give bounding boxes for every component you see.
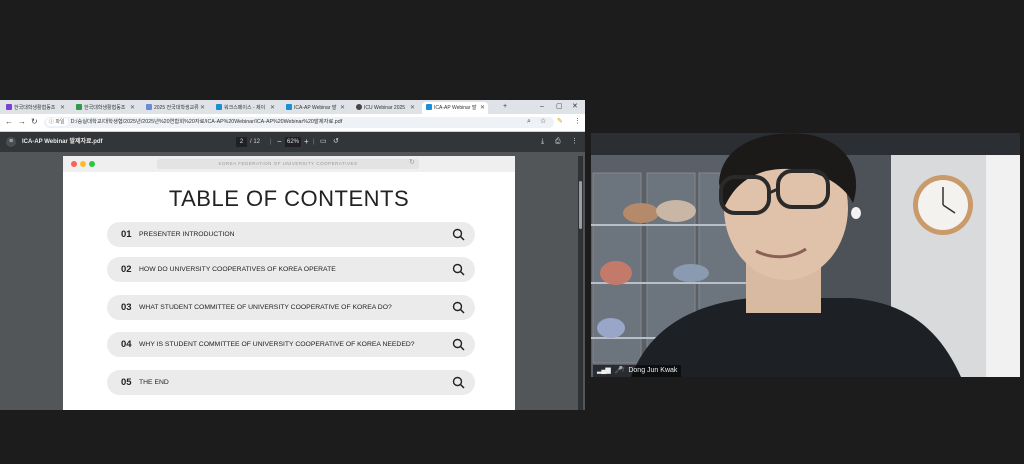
tab-label: 한국대학생활협동조 bbox=[84, 105, 126, 111]
tab-label: ICA-AP Webinar 발 bbox=[294, 105, 337, 111]
reload-icon[interactable]: ↻ bbox=[31, 117, 38, 127]
video-frame bbox=[591, 133, 1020, 377]
extension-icon[interactable]: ✎ bbox=[557, 117, 563, 127]
window-dot-red bbox=[71, 161, 77, 167]
search-icon bbox=[452, 376, 465, 389]
tab-label: ICA-AP Webinar 발 bbox=[434, 105, 477, 111]
tab-close-icon[interactable]: ✕ bbox=[130, 102, 135, 114]
pdf-scrollbar[interactable] bbox=[578, 156, 583, 410]
tab-7-active[interactable]: ICA-AP Webinar 발 ✕ bbox=[422, 102, 488, 114]
participant-name: Dong Jun Kwak bbox=[628, 367, 678, 374]
toc-item-text: HOW DO UNIVERSITY COOPERATIVES OF KOREA … bbox=[139, 266, 336, 273]
tab-2[interactable]: 한국대학생활협동조 ✕ bbox=[72, 102, 138, 114]
url-text: D:/숭실대학교/대학생협/2025년/2025년%20연합회%20자료/ICA… bbox=[70, 119, 343, 125]
toc-item-number: 04 bbox=[121, 339, 132, 350]
back-icon[interactable]: ← bbox=[5, 117, 13, 127]
tab-6[interactable]: ICU Webinar 2025 ✕ bbox=[352, 102, 418, 114]
bookmark-star-icon[interactable]: ☆ bbox=[540, 117, 546, 127]
toc-item-number: 05 bbox=[121, 377, 132, 388]
tab-label: 2025 전국대학생교류 bbox=[154, 105, 199, 111]
tab-favicon-icon bbox=[216, 104, 222, 110]
scrollbar-thumb[interactable] bbox=[579, 181, 582, 229]
search-icon bbox=[452, 228, 465, 241]
tab-favicon-icon bbox=[76, 104, 82, 110]
tab-label: ICU Webinar 2025 bbox=[364, 105, 406, 111]
pdf-page: KOREA FEDERATION OF UNIVERSITY COOPERATI… bbox=[63, 156, 515, 410]
participant-name-tag: ▂▄▆ 🎤̸ Dong Jun Kwak bbox=[593, 365, 682, 377]
tab-close-icon[interactable]: ✕ bbox=[270, 102, 275, 114]
toc-item-03[interactable]: 03 WHAT STUDENT COMMITTEE OF UNIVERSITY C… bbox=[107, 295, 475, 320]
search-icon bbox=[452, 263, 465, 276]
address-bar: ← → ↻ ⓘ 파일 D:/숭실대학교/대학생협/2025년/2025년%20연합… bbox=[0, 114, 585, 132]
zoom-out-button[interactable]: − bbox=[277, 132, 282, 152]
pdf-file-name: ICA-AP Webinar 발제자료.pdf bbox=[22, 139, 103, 145]
tab-close-icon[interactable]: ✕ bbox=[340, 102, 345, 114]
toc-item-05[interactable]: 05 THE END bbox=[107, 370, 475, 395]
search-icon bbox=[452, 338, 465, 351]
maximize-icon[interactable]: ▢ bbox=[556, 100, 563, 114]
tab-close-icon[interactable]: ✕ bbox=[200, 102, 205, 114]
tab-4[interactable]: 워크스페이스 - 제이 ✕ bbox=[212, 102, 278, 114]
toc-item-text: PRESENTER INTRODUCTION bbox=[139, 231, 235, 238]
toc-item-02[interactable]: 02 HOW DO UNIVERSITY COOPERATIVES OF KORE… bbox=[107, 257, 475, 282]
new-tab-button[interactable]: + bbox=[503, 100, 507, 114]
tab-1[interactable]: 한국대학생활협동조 ✕ bbox=[2, 102, 68, 114]
participant-video: ▂▄▆ 🎤̸ Dong Jun Kwak bbox=[591, 133, 1020, 377]
fit-page-icon[interactable]: ▭ bbox=[320, 132, 327, 152]
tab-favicon-icon bbox=[146, 104, 152, 110]
shared-screen: 한국대학생활협동조 ✕ 한국대학생활협동조 ✕ 2025 전국대학생교류 ✕ 워크스페… bbox=[0, 100, 585, 410]
download-icon[interactable]: ⤓ bbox=[541, 132, 544, 152]
security-chip[interactable]: ⓘ 파일 bbox=[46, 118, 68, 126]
page-number-input[interactable]: 2 bbox=[236, 137, 247, 147]
url-input[interactable]: ⓘ 파일 D:/숭실대학교/대학생협/2025년/2025년%20연합회%20자료… bbox=[44, 117, 554, 128]
minimize-icon[interactable]: – bbox=[540, 100, 544, 114]
toolbar-divider: | bbox=[270, 139, 272, 145]
zoom-level-input[interactable]: 62% bbox=[285, 137, 301, 147]
tab-close-icon[interactable]: ✕ bbox=[60, 102, 65, 114]
window-dot-green bbox=[89, 161, 95, 167]
tab-close-icon[interactable]: ✕ bbox=[480, 102, 485, 114]
slide-refresh-icon: ↻ bbox=[409, 159, 415, 166]
mic-muted-icon: 🎤̸ bbox=[614, 367, 624, 374]
more-options-icon[interactable]: ⋮ bbox=[571, 132, 578, 152]
toc-item-number: 01 bbox=[121, 229, 132, 240]
toc-item-number: 03 bbox=[121, 302, 132, 313]
tab-3[interactable]: 2025 전국대학생교류 ✕ bbox=[142, 102, 208, 114]
tab-favicon-icon bbox=[286, 104, 292, 110]
slide-browser-bar: KOREA FEDERATION OF UNIVERSITY COOPERATI… bbox=[63, 156, 515, 172]
page-total: / 12 bbox=[250, 139, 261, 145]
toc-title: TABLE OF CONTENTS bbox=[168, 186, 410, 211]
toc-item-text: WHY IS STUDENT COMMITTEE OF UNIVERSITY C… bbox=[139, 341, 415, 348]
close-window-icon[interactable]: ✕ bbox=[572, 100, 578, 114]
rotate-icon[interactable]: ↺ bbox=[333, 132, 339, 152]
toc-item-01[interactable]: 01 PRESENTER INTRODUCTION bbox=[107, 222, 475, 247]
zoom-in-button[interactable]: + bbox=[304, 132, 309, 152]
toc-item-text: THE END bbox=[139, 379, 169, 386]
toolbar-divider: | bbox=[313, 139, 315, 145]
search-icon[interactable]: ⌕ bbox=[527, 117, 531, 127]
print-icon[interactable]: ⎙ bbox=[555, 132, 561, 152]
hamburger-menu-icon[interactable]: ≡ bbox=[6, 137, 16, 147]
tab-close-icon[interactable]: ✕ bbox=[410, 102, 415, 114]
window-dot-yellow bbox=[80, 161, 86, 167]
tab-label: 워크스페이스 - 제이 bbox=[224, 105, 266, 111]
tab-favicon-icon bbox=[6, 104, 12, 110]
forward-icon[interactable]: → bbox=[18, 117, 26, 127]
tab-5[interactable]: ICA-AP Webinar 발 ✕ bbox=[282, 102, 348, 114]
signal-strength-icon: ▂▄▆ bbox=[597, 367, 611, 374]
search-icon bbox=[452, 301, 465, 314]
tab-bar: 한국대학생활협동조 ✕ 한국대학생활협동조 ✕ 2025 전국대학생교류 ✕ 워크스페… bbox=[0, 100, 585, 114]
toc-item-number: 02 bbox=[121, 264, 132, 275]
tab-favicon-icon bbox=[426, 104, 432, 110]
toc-item-04[interactable]: 04 WHY IS STUDENT COMMITTEE OF UNIVERSITY… bbox=[107, 332, 475, 357]
tab-label: 한국대학생활협동조 bbox=[14, 105, 56, 111]
menu-kebab-icon[interactable]: ⋮ bbox=[574, 117, 581, 127]
slide-header-text: KOREA FEDERATION OF UNIVERSITY COOPERATI… bbox=[157, 159, 419, 169]
pdf-toolbar: ≡ ICA-AP Webinar 발제자료.pdf 2 / 12 | − 62%… bbox=[0, 132, 585, 152]
toc-item-text: WHAT STUDENT COMMITTEE OF UNIVERSITY COO… bbox=[139, 304, 392, 311]
tab-favicon-icon bbox=[356, 104, 362, 110]
